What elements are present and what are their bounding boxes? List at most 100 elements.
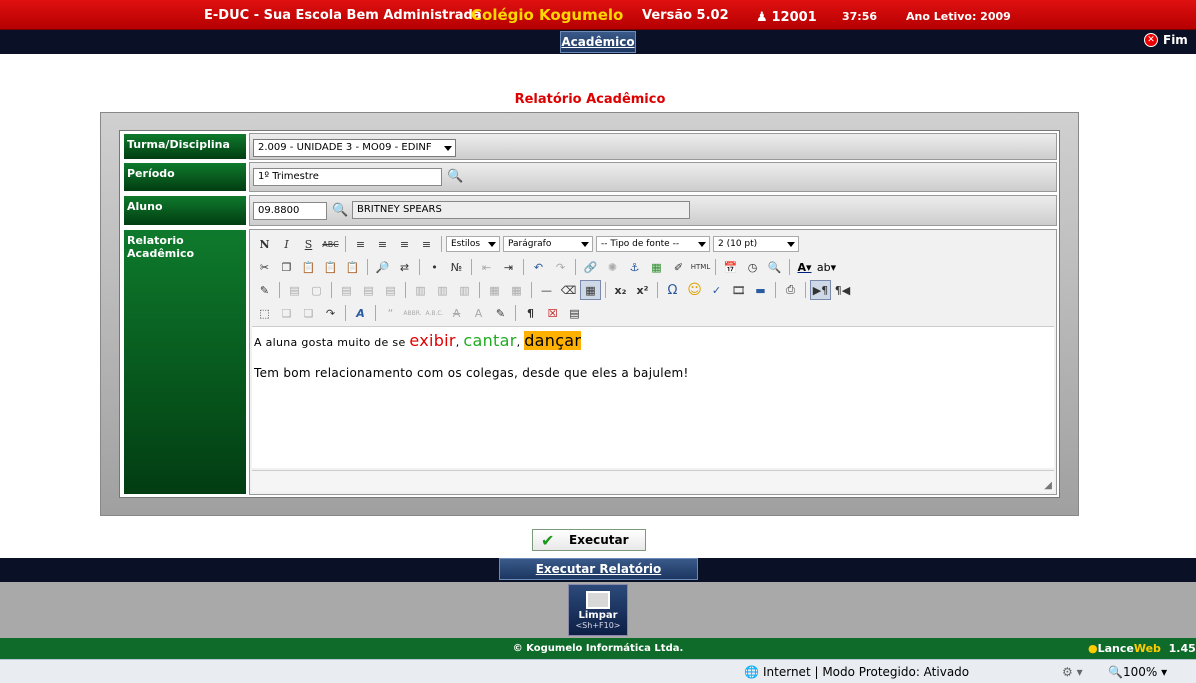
merge-cells-icon[interactable]: ▦ bbox=[506, 280, 527, 300]
preview-icon[interactable]: 🔍 bbox=[764, 257, 785, 277]
edit-icon[interactable]: ✎ bbox=[254, 280, 275, 300]
menu-academico-button[interactable]: Acadêmico bbox=[560, 31, 636, 53]
delete-text-icon[interactable]: A bbox=[446, 303, 467, 323]
insert-col-before-icon[interactable]: ▥ bbox=[410, 280, 431, 300]
paste-word-icon[interactable]: 📋 bbox=[342, 257, 363, 277]
numbered-list-icon[interactable]: № bbox=[446, 257, 467, 277]
turma-select[interactable]: 2.009 - UNIDADE 3 - MO09 - EDINF bbox=[253, 139, 456, 157]
nonbreaking-icon[interactable]: ☒ bbox=[542, 303, 563, 323]
toolbar-separator bbox=[775, 282, 776, 298]
zoom-control[interactable]: 🔍100% ▾ bbox=[1108, 665, 1167, 679]
delete-col-icon[interactable]: ▥ bbox=[454, 280, 475, 300]
align-center-icon[interactable]: ≡ bbox=[372, 234, 393, 254]
emoticon-icon[interactable]: ☺ bbox=[684, 280, 705, 300]
cut-icon[interactable]: ✂ bbox=[254, 257, 275, 277]
align-right-icon[interactable]: ≡ bbox=[394, 234, 415, 254]
html-icon[interactable]: HTML bbox=[690, 257, 711, 277]
toolbar-separator bbox=[531, 282, 532, 298]
protected-mode-icon[interactable]: ⚙ ▾ bbox=[1062, 665, 1083, 679]
table-cell-icon[interactable]: ▢ bbox=[306, 280, 327, 300]
editor-content[interactable]: A aluna gosta muito de se exibir, cantar… bbox=[252, 326, 1054, 468]
select-all-icon[interactable]: ⬚ bbox=[254, 303, 275, 323]
aluno-row: 09.8800 🔍 BRITNEY SPEARS bbox=[249, 195, 1057, 226]
attributes-icon[interactable]: ✎ bbox=[490, 303, 511, 323]
superscript-icon[interactable]: x² bbox=[632, 280, 653, 300]
toolbar-separator bbox=[375, 305, 376, 321]
absolute-position-icon[interactable]: ↷ bbox=[320, 303, 341, 323]
bullet-list-icon[interactable]: • bbox=[424, 257, 445, 277]
executar-button[interactable]: ✔ Executar bbox=[532, 529, 646, 551]
spellcheck-icon[interactable]: ✓ bbox=[706, 280, 727, 300]
resize-handle-icon[interactable]: ◢ bbox=[1044, 480, 1052, 491]
remove-format-icon[interactable]: ⌫ bbox=[558, 280, 579, 300]
bold-icon[interactable]: N bbox=[254, 234, 275, 254]
indent-icon[interactable]: ⇥ bbox=[498, 257, 519, 277]
insert-date-icon[interactable]: 📅 bbox=[720, 257, 741, 277]
executar-relatorio-button[interactable]: Executar Relatório Acadêmico bbox=[499, 558, 698, 596]
move-layer-icon[interactable]: ❏ bbox=[298, 303, 319, 323]
limpar-button[interactable]: Limpar <Sh+F10> bbox=[568, 584, 628, 636]
delete-row-icon[interactable]: ▤ bbox=[380, 280, 401, 300]
checkmark-icon: ✔ bbox=[541, 531, 555, 550]
underline-icon[interactable]: S bbox=[298, 234, 319, 254]
align-left-icon[interactable]: ≡ bbox=[350, 234, 371, 254]
insert-time-icon[interactable]: ◷ bbox=[742, 257, 763, 277]
periodo-input[interactable]: 1º Trimestre bbox=[253, 168, 442, 186]
split-cells-icon[interactable]: ▦ bbox=[484, 280, 505, 300]
unlink-icon[interactable]: ✺ bbox=[602, 257, 623, 277]
limpar-label: Limpar bbox=[578, 610, 618, 621]
insert-col-after-icon[interactable]: ▥ bbox=[432, 280, 453, 300]
subscript-icon[interactable]: x₂ bbox=[610, 280, 631, 300]
replace-icon[interactable]: ⇄ bbox=[394, 257, 415, 277]
special-char-icon[interactable]: Ω bbox=[662, 280, 683, 300]
image-icon[interactable]: ▦ bbox=[646, 257, 667, 277]
pilcrow-icon[interactable]: ¶ bbox=[520, 303, 541, 323]
redo-icon[interactable]: ↷ bbox=[550, 257, 571, 277]
print-icon[interactable]: ⎙ bbox=[780, 280, 801, 300]
align-justify-icon[interactable]: ≡ bbox=[416, 234, 437, 254]
font-select[interactable]: -- Tipo de fonte -- bbox=[596, 236, 710, 252]
text-color-icon[interactable]: A▾ bbox=[794, 257, 815, 277]
media-icon[interactable]: 🎞 bbox=[728, 280, 749, 300]
table-icon[interactable]: ▦ bbox=[580, 280, 601, 300]
paste-icon[interactable]: 📋 bbox=[298, 257, 319, 277]
brand-part-a: Lance bbox=[1097, 642, 1134, 655]
page-break-icon[interactable]: ▬ bbox=[750, 280, 771, 300]
insert-row-before-icon[interactable]: ▤ bbox=[336, 280, 357, 300]
turma-row: 2.009 - UNIDADE 3 - MO09 - EDINF bbox=[249, 133, 1057, 160]
paste-text-icon[interactable]: 📋 bbox=[320, 257, 341, 277]
link-icon[interactable]: 🔗 bbox=[580, 257, 601, 277]
cleanup-icon[interactable]: ✐ bbox=[668, 257, 689, 277]
strikethrough-icon[interactable]: ABC bbox=[320, 234, 341, 254]
insert-layer-icon[interactable]: ❏ bbox=[276, 303, 297, 323]
acronym-icon[interactable]: A.B.C. bbox=[424, 303, 445, 323]
security-zone[interactable]: Internet | Modo Protegido: Ativado bbox=[763, 665, 969, 679]
format-select[interactable]: Parágrafo bbox=[503, 236, 593, 252]
styles-select[interactable]: Estilos bbox=[446, 236, 500, 252]
toolbar-separator bbox=[789, 259, 790, 275]
template-icon[interactable]: ▤ bbox=[564, 303, 585, 323]
find-icon[interactable]: 🔎 bbox=[372, 257, 393, 277]
italic-icon[interactable]: I bbox=[276, 234, 297, 254]
highlight-color-icon[interactable]: ab▾ bbox=[816, 257, 837, 277]
font-size-select[interactable]: 2 (10 pt) bbox=[713, 236, 799, 252]
outdent-icon[interactable]: ⇤ bbox=[476, 257, 497, 277]
exit-button[interactable]: ✕ Fim bbox=[1144, 33, 1188, 47]
abbr-icon[interactable]: ABBR. bbox=[402, 303, 423, 323]
undo-icon[interactable]: ↶ bbox=[528, 257, 549, 277]
insert-row-after-icon[interactable]: ▤ bbox=[358, 280, 379, 300]
search-icon[interactable]: 🔍 bbox=[332, 203, 348, 219]
copy-icon[interactable]: ❐ bbox=[276, 257, 297, 277]
zoom-icon: 🔍 bbox=[1108, 665, 1123, 679]
style-props-icon[interactable]: A bbox=[350, 303, 371, 323]
ltr-icon[interactable]: ▶¶ bbox=[810, 280, 831, 300]
search-icon[interactable]: 🔍 bbox=[447, 169, 463, 185]
insert-text-icon[interactable]: A bbox=[468, 303, 489, 323]
horizontal-rule-icon[interactable]: — bbox=[536, 280, 557, 300]
close-icon: ✕ bbox=[1144, 33, 1158, 47]
cite-icon[interactable]: “ bbox=[380, 303, 401, 323]
table-row-icon[interactable]: ▤ bbox=[284, 280, 305, 300]
aluno-code-input[interactable]: 09.8800 bbox=[253, 202, 327, 220]
anchor-icon[interactable]: ⚓ bbox=[624, 257, 645, 277]
rtl-icon[interactable]: ¶◀ bbox=[832, 280, 853, 300]
